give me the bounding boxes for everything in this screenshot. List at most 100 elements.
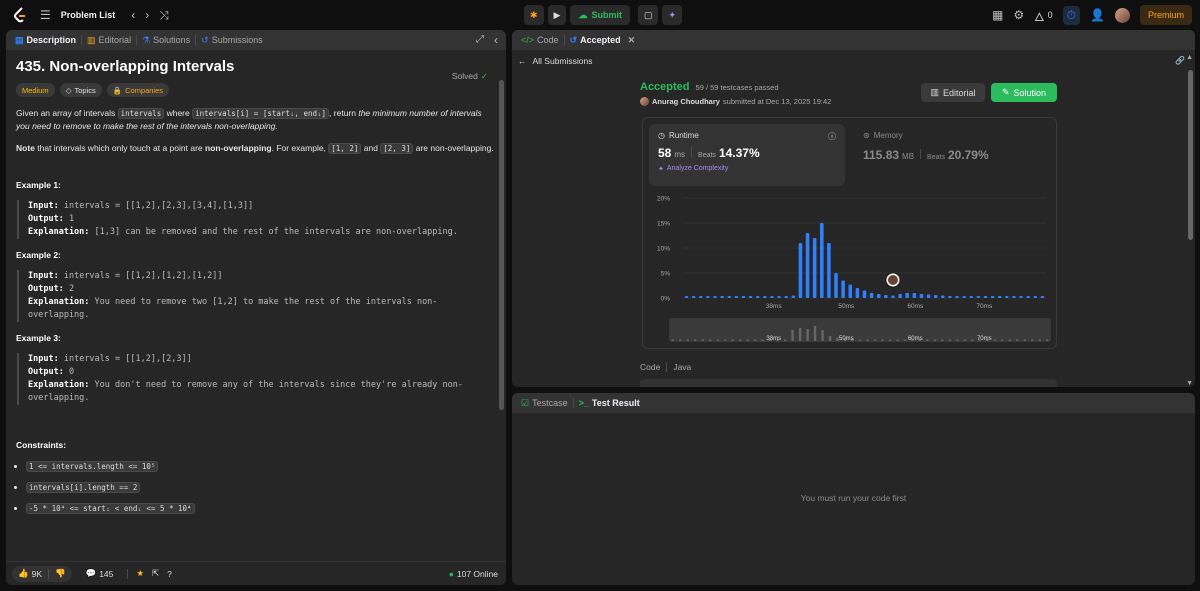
memory-box[interactable]: ⊛ Memory 115.83 MB Beats 20.79% — [863, 131, 989, 162]
histogram-bar — [684, 296, 689, 298]
divider — [127, 568, 129, 579]
comments-button[interactable]: 💬 145 — [80, 566, 120, 582]
thumbs-down-icon[interactable]: 👎 — [55, 568, 66, 579]
example-block: Input: intervals = [[1,2],[1,2],[1,2]] O… — [17, 270, 496, 322]
debug-button[interactable]: ✱ — [524, 5, 544, 25]
slider-bar — [738, 339, 742, 341]
histogram-bar — [791, 295, 796, 298]
memory-value: 115.83 — [863, 148, 900, 162]
histogram-bar — [734, 296, 739, 298]
tab-testcase[interactable]: ☑ Testcase — [516, 393, 573, 413]
solved-label: Solved — [451, 71, 478, 81]
inline-code: intervals[i] = [startᵢ, endᵢ] — [192, 108, 330, 119]
submitter-name[interactable]: Anurag Choudhary — [652, 97, 720, 106]
leetcode-logo[interactable] — [10, 5, 30, 25]
slider-bar — [888, 339, 892, 341]
difficulty-badge[interactable]: Medium — [16, 83, 55, 97]
scroll-up-icon[interactable]: ▲ — [1186, 54, 1193, 61]
tab-test-result[interactable]: >_ Test Result — [574, 393, 645, 413]
topics-tag[interactable]: ◇ Topics — [59, 83, 102, 97]
tab-editorial[interactable]: ▥ Editorial — [82, 30, 136, 50]
tab-accepted[interactable]: ↺ Accepted ✕ — [565, 30, 641, 50]
slider-bar — [828, 336, 832, 341]
streak-counter[interactable]: 🜂 0 — [1034, 3, 1053, 28]
solution-button[interactable]: ✎ Solution — [991, 83, 1057, 102]
timer-icon[interactable]: ⏱ — [1062, 5, 1081, 25]
problem-description: 435. Non-overlapping Intervals Solved ✓ M… — [6, 50, 506, 531]
problem-list-link[interactable]: Problem List — [61, 10, 116, 20]
histogram-bar — [997, 296, 1002, 298]
maximize-icon[interactable]: ⤢ — [476, 34, 484, 45]
input-label: Input: — [28, 201, 59, 211]
histogram-bar — [941, 295, 945, 298]
scrollbar[interactable] — [1188, 70, 1193, 240]
shuffle-icon[interactable]: ⤨ — [159, 8, 169, 23]
histogram-bar — [933, 295, 938, 298]
tab-solutions[interactable]: ⚗ Solutions — [137, 30, 195, 50]
editorial-label: Editorial — [943, 87, 976, 98]
layout-icon[interactable]: ▦ — [992, 8, 1003, 22]
share-icon[interactable]: ⇱ — [152, 568, 159, 579]
close-icon[interactable]: ✕ — [628, 35, 636, 46]
y-tick-label: 5% — [661, 271, 671, 278]
notes-button[interactable]: ▢ — [637, 5, 659, 25]
runtime-distribution-chart[interactable]: 20% 15% 10% 5% 0% 38ms 50ms 60ms 70ms 38ms 50ms 60m… — [643, 188, 1056, 348]
prev-problem-icon[interactable]: ‹ — [131, 8, 135, 22]
histogram-bar — [770, 296, 774, 298]
analyze-complexity-link[interactable]: ✦ Analyze Complexity — [658, 165, 836, 173]
inline-code: [2, 3] — [380, 143, 414, 154]
constraint-item: intervals[i].length == 2 — [26, 481, 496, 494]
slider-bar — [761, 339, 764, 341]
next-problem-icon[interactable]: › — [145, 8, 149, 22]
topics-label: Topics — [74, 85, 96, 95]
range-slider — [669, 318, 1051, 342]
scrollbar[interactable] — [499, 80, 504, 410]
example-output: 2 — [68, 284, 75, 294]
runtime-box[interactable]: ◷ Runtime ⓘ 58 ms Beats 14.37% ✦ Analyze Co… — [649, 124, 845, 186]
help-icon[interactable]: ? — [167, 569, 172, 579]
play-icon: ▶ — [553, 9, 561, 20]
online-label: 107 Online — [456, 568, 498, 579]
x-tick-label: 60ms — [907, 303, 924, 310]
slider-bar — [1008, 339, 1012, 341]
submitted-at: submitted at Dec 13, 2025 19:42 — [722, 97, 832, 106]
premium-button[interactable]: Premium — [1139, 5, 1192, 25]
companies-tag[interactable]: 🔒 Companies — [106, 83, 170, 97]
submit-button[interactable]: ☁ Submit — [570, 5, 630, 25]
slider-bar — [679, 339, 682, 341]
info-icon[interactable]: ⓘ — [828, 131, 836, 142]
editorial-button[interactable]: ▥ Editorial — [921, 83, 985, 102]
scroll-down-icon[interactable]: ▼ — [1186, 380, 1193, 387]
histogram-bar — [884, 295, 888, 298]
x-tick-label: 50ms — [838, 303, 855, 310]
divider — [920, 149, 922, 159]
histogram-bar — [898, 294, 902, 298]
list-icon[interactable]: ☰ — [40, 8, 51, 22]
tab-code[interactable]: </> Code — [516, 30, 564, 50]
lock-icon: 🔒 — [112, 85, 123, 95]
online-count: ● 107 Online — [449, 569, 498, 579]
example-heading: Example 1: — [16, 180, 61, 190]
user-avatar[interactable] — [1114, 7, 1130, 23]
tab-submissions-label: Submissions — [211, 35, 263, 45]
text: , return — [329, 108, 359, 118]
all-submissions-link[interactable]: ← All Submissions — [518, 56, 593, 66]
clock-icon: ◷ — [658, 131, 665, 140]
collapse-icon[interactable]: ‹ — [494, 33, 498, 47]
settings-icon[interactable]: ⚙ — [1013, 8, 1024, 22]
like-count: 9K — [31, 568, 42, 579]
ai-assist-button[interactable]: ✦ — [662, 5, 683, 25]
star-icon[interactable]: ★ — [136, 568, 144, 579]
run-button[interactable]: ▶ — [547, 5, 567, 25]
link-icon[interactable]: 🔗 — [1175, 56, 1185, 65]
slider-bar — [858, 339, 862, 341]
y-tick-label: 0% — [661, 296, 671, 303]
sparkle-icon: ✦ — [668, 9, 677, 20]
histogram-bar — [763, 296, 767, 298]
slider-bar — [791, 330, 794, 341]
like-button[interactable]: 👍 9K 👎 — [12, 565, 72, 582]
add-user-icon[interactable]: 👤 — [1090, 8, 1105, 22]
problem-statement: Given an array of intervals intervals wh… — [16, 107, 496, 133]
tab-submissions[interactable]: ↺ Submissions — [196, 30, 268, 50]
tab-description[interactable]: ▤ Description — [10, 30, 81, 50]
